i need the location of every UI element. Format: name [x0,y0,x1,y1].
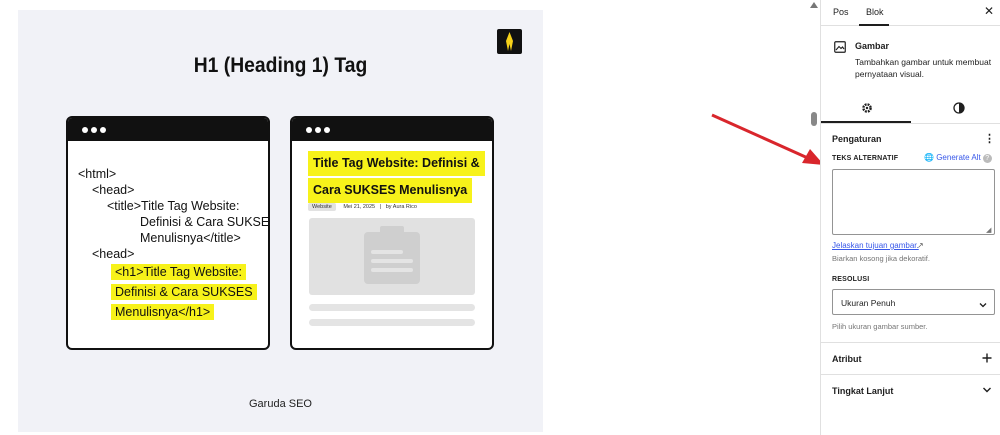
window-dot-icon [315,127,321,133]
alt-text-label: TEKS ALTERNATIF [832,155,899,162]
more-options-icon[interactable]: ⋮ [984,132,995,145]
preview-window: Title Tag Website: Definisi & Cara SUKSE… [290,116,494,350]
window-dot-icon [324,127,330,133]
preview-meta: Website Mei 21, 2025 | by Aura Rico [308,203,417,211]
scroll-thumb[interactable] [811,112,817,126]
highlighted-code-line: <h1>Title Tag Website: [111,264,246,280]
close-icon[interactable]: ✕ [984,4,994,18]
plus-icon[interactable] [981,351,993,369]
generate-alt-label: Generate Alt [936,153,981,162]
highlighted-code-line: Menulisnya</h1> [111,304,215,320]
settings-gear-icon[interactable] [861,101,873,119]
code-line: Menulisnya</title> [140,231,241,245]
image-placeholder [309,218,475,295]
preview-title: Title Tag Website: Definisi & Cara SUKSE… [308,151,485,205]
help-icon[interactable]: ? [982,154,992,163]
styles-contrast-icon[interactable] [953,101,965,119]
text-placeholder [309,304,475,311]
window-dot-icon [100,127,106,133]
image-caption: Garuda SEO [249,398,312,410]
code-line: <html> [78,167,117,181]
alt-help-text: Biarkan kosong jika dekoratif. [832,254,930,263]
meta-separator: | [379,204,382,210]
window-dot-icon [91,127,97,133]
resolution-select[interactable]: Ukuran Penuh [832,289,995,315]
block-inspector-tabs [821,92,1000,124]
code-line: <head> [92,247,135,261]
post-date: Mei 21, 2025 [343,204,376,210]
block-description: Tambahkan gambar untuk membuat pernyataa… [855,57,992,79]
tab-blok[interactable]: Blok [866,7,884,17]
image-placeholder-icon [364,226,420,284]
resolution-value: Ukuran Penuh [841,298,896,308]
sparkle-icon: 🌐 [924,153,934,162]
code-window: <html> <head> <title>Title Tag Website: … [66,116,270,350]
post-author: by Aura Rico [385,204,417,210]
canvas-scrollbar[interactable] [808,0,820,435]
window-titlebar [68,118,268,141]
html-code: <html> <head> <title>Title Tag Website: … [78,166,270,322]
explain-purpose-link[interactable]: Jelaskan tujuan gambar. [832,241,919,250]
text-placeholder [309,319,475,326]
alt-text-input[interactable] [832,169,995,235]
panel-atribut[interactable]: Atribut [821,342,1000,374]
code-line: <title>Title Tag Website: [107,199,240,213]
window-dot-icon [82,127,88,133]
category-tag: Website [308,203,336,211]
scroll-up-icon[interactable] [810,2,818,8]
editor-root: H1 (Heading 1) Tag <html> <head> <title>… [0,0,1000,435]
sidebar-tabs: Pos Blok ✕ [821,0,1000,26]
preview-title-line: Cara SUKSES Menulisnya [308,178,473,203]
window-titlebar [292,118,492,141]
panel-title: Tingkat Lanjut [832,386,894,396]
active-tab-indicator [859,24,889,26]
settings-section-title: Pengaturan [832,134,882,144]
resize-handle-icon[interactable]: ◢ [986,226,991,234]
external-link-icon: ↗ [917,241,924,250]
garuda-logo-icon [497,29,522,54]
tab-pos[interactable]: Pos [833,7,849,17]
chevron-down-icon [978,297,988,315]
generate-alt-button[interactable]: 🌐 Generate Alt? [924,153,992,163]
code-line: Definisi & Cara SUKSES [140,215,270,229]
panel-title: Atribut [832,354,862,364]
resolution-label: RESOLUSI [832,276,870,283]
block-name: Gambar [855,41,890,51]
preview-title-line: Title Tag Website: Definisi & [308,151,485,176]
image-icon [834,40,846,58]
chevron-down-icon[interactable] [981,383,993,401]
window-dot-icon [306,127,312,133]
code-line: <head> [92,183,135,197]
image-block[interactable]: H1 (Heading 1) Tag <html> <head> <title>… [18,10,543,432]
panel-tingkat-lanjut[interactable]: Tingkat Lanjut [821,374,1000,406]
image-heading: H1 (Heading 1) Tag [193,54,368,77]
settings-sidebar: Pos Blok ✕ Gambar Tambahkan gambar untuk… [820,0,1000,435]
highlighted-code-line: Definisi & Cara SUKSES [111,284,257,300]
editor-canvas: H1 (Heading 1) Tag <html> <head> <title>… [0,0,824,435]
resolution-help-text: Pilih ukuran gambar sumber. [832,322,928,331]
active-tab-indicator [821,121,911,123]
